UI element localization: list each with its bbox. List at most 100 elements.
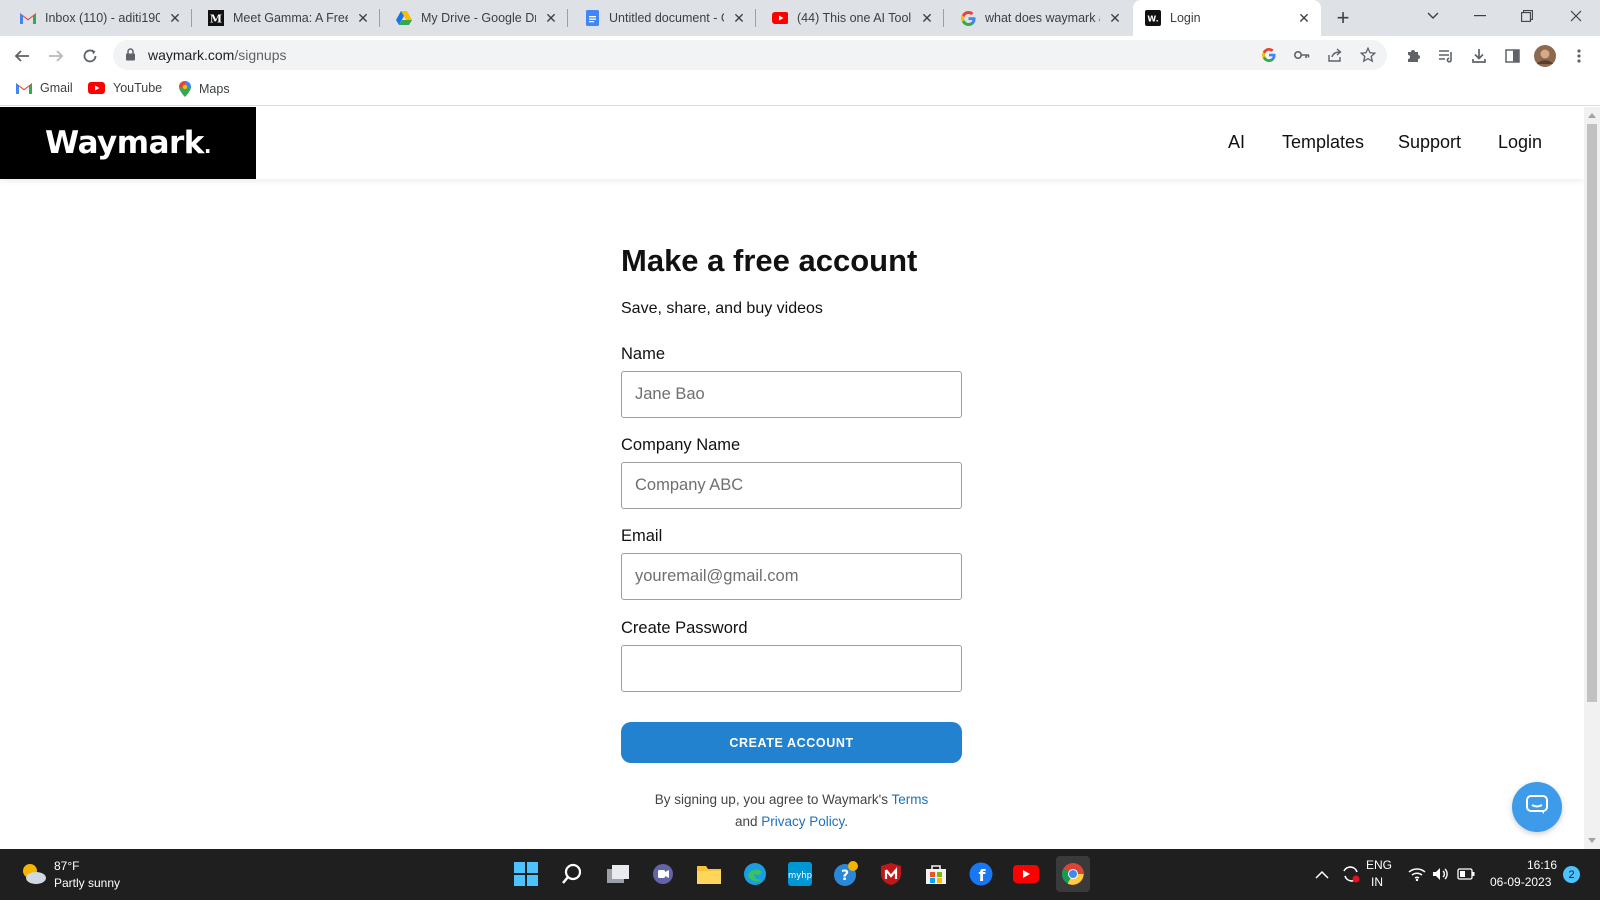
email-input[interactable] bbox=[621, 553, 962, 600]
windows-start-icon[interactable] bbox=[511, 859, 541, 889]
get-help-icon[interactable]: ? bbox=[831, 859, 861, 889]
password-label: Create Password bbox=[621, 619, 748, 637]
page-subtitle: Save, share, and buy videos bbox=[621, 300, 823, 317]
chrome-taskbar-icon[interactable] bbox=[1056, 856, 1090, 892]
clock-date[interactable]: 06-09-2023 bbox=[1490, 875, 1551, 889]
extensions-icon[interactable] bbox=[1399, 42, 1427, 70]
close-window-icon[interactable] bbox=[1553, 0, 1599, 32]
minimize-icon[interactable] bbox=[1457, 0, 1503, 32]
nav-ai[interactable]: AI bbox=[1228, 132, 1245, 153]
bookmark-maps[interactable]: Maps bbox=[179, 81, 230, 97]
page-title: Make a free account bbox=[621, 243, 918, 278]
mcafee-icon[interactable] bbox=[876, 859, 906, 889]
scrollbar-thumb[interactable] bbox=[1587, 124, 1597, 702]
svg-text:W.: W. bbox=[1147, 15, 1158, 24]
file-explorer-icon[interactable] bbox=[694, 859, 724, 889]
address-bar[interactable]: waymark.com/signups bbox=[113, 40, 1387, 70]
nav-support[interactable]: Support bbox=[1398, 132, 1461, 153]
windows-taskbar: 87°F Partly sunny myhp ? f ENG IN 16:16 … bbox=[0, 849, 1600, 900]
profile-avatar[interactable] bbox=[1531, 42, 1559, 70]
medium-icon: M bbox=[208, 10, 224, 26]
close-icon[interactable]: ✕ bbox=[730, 9, 748, 27]
tab-search-icon[interactable] bbox=[1410, 0, 1456, 32]
company-name-label: Company Name bbox=[621, 436, 741, 454]
nav-templates[interactable]: Templates bbox=[1282, 132, 1364, 153]
privacy-policy-link[interactable]: Privacy Policy bbox=[761, 814, 844, 829]
share-icon[interactable] bbox=[1325, 45, 1345, 65]
restore-icon[interactable] bbox=[1504, 0, 1550, 32]
reload-icon[interactable] bbox=[76, 42, 104, 70]
bookmark-star-icon[interactable] bbox=[1358, 45, 1378, 65]
facebook-icon[interactable]: f bbox=[966, 859, 996, 889]
terms-link[interactable]: Terms bbox=[891, 792, 928, 807]
nav-login[interactable]: Login bbox=[1498, 132, 1542, 153]
logo[interactable]: Waymark. bbox=[0, 107, 256, 179]
browser-tab-strip: Inbox (110) - aditi190 ✕ M Meet Gamma: A… bbox=[0, 0, 1600, 36]
clock-time[interactable]: 16:16 bbox=[1527, 858, 1557, 872]
tab-separator bbox=[191, 9, 192, 27]
scroll-up-icon[interactable] bbox=[1588, 113, 1596, 118]
close-icon[interactable]: ✕ bbox=[542, 9, 560, 27]
forward-icon[interactable] bbox=[42, 42, 70, 70]
tab-title: Untitled document - G bbox=[609, 11, 724, 25]
tab-title: Login bbox=[1170, 11, 1201, 25]
create-account-button[interactable]: CREATE ACCOUNT bbox=[621, 722, 962, 763]
terms-prefix: By signing up, you agree to Waymark's bbox=[654, 792, 892, 807]
input-region[interactable]: IN bbox=[1371, 875, 1383, 889]
tab-title: My Drive - Google Dr bbox=[421, 11, 536, 25]
teams-chat-icon[interactable] bbox=[648, 859, 678, 889]
bookmark-youtube[interactable]: YouTube bbox=[88, 81, 162, 95]
close-icon[interactable]: ✕ bbox=[1295, 9, 1313, 27]
sync-icon[interactable] bbox=[1336, 859, 1366, 889]
weather-temperature: 87°F bbox=[54, 859, 80, 873]
side-panel-icon[interactable] bbox=[1498, 42, 1526, 70]
youtube-app-icon[interactable] bbox=[1011, 859, 1041, 889]
back-icon[interactable] bbox=[8, 42, 36, 70]
youtube-icon bbox=[88, 82, 105, 94]
close-icon[interactable]: ✕ bbox=[166, 9, 184, 27]
microsoft-store-icon[interactable] bbox=[921, 859, 951, 889]
close-icon[interactable]: ✕ bbox=[918, 9, 936, 27]
browser-tab[interactable]: M Meet Gamma: A Free ✕ bbox=[196, 0, 380, 36]
scroll-down-icon[interactable] bbox=[1588, 838, 1596, 843]
myhp-icon[interactable]: myhp bbox=[785, 859, 815, 889]
key-icon[interactable] bbox=[1292, 45, 1312, 65]
weather-icon[interactable] bbox=[18, 859, 48, 889]
tab-title: what does waymark a bbox=[985, 11, 1100, 25]
logo-dot: . bbox=[203, 134, 212, 158]
notification-badge[interactable]: 2 bbox=[1563, 866, 1580, 883]
close-icon[interactable]: ✕ bbox=[1106, 9, 1124, 27]
battery-icon[interactable] bbox=[1451, 859, 1481, 889]
show-hidden-icons-chevron[interactable] bbox=[1307, 859, 1337, 889]
terms-text: By signing up, you agree to Waymark's Te… bbox=[621, 789, 962, 833]
waymark-icon: W. bbox=[1145, 10, 1161, 26]
edge-icon[interactable] bbox=[740, 859, 770, 889]
menu-icon[interactable] bbox=[1565, 42, 1593, 70]
new-tab-button[interactable]: + bbox=[1330, 5, 1356, 30]
browser-tab[interactable]: Inbox (110) - aditi190 ✕ bbox=[8, 0, 192, 36]
company-name-input[interactable] bbox=[621, 462, 962, 509]
browser-tab-active[interactable]: W. Login ✕ bbox=[1133, 0, 1321, 36]
page-scrollbar[interactable] bbox=[1584, 107, 1600, 849]
chat-launcher-button[interactable] bbox=[1512, 782, 1562, 832]
browser-tab[interactable]: Untitled document - G ✕ bbox=[572, 0, 756, 36]
bookmark-label: Gmail bbox=[40, 81, 73, 95]
password-input[interactable] bbox=[621, 645, 962, 692]
download-icon[interactable] bbox=[1465, 42, 1493, 70]
search-icon[interactable] bbox=[557, 859, 587, 889]
google-lens-icon[interactable] bbox=[1259, 45, 1279, 65]
browser-tab[interactable]: what does waymark a ✕ bbox=[948, 0, 1132, 36]
tab-title: Meet Gamma: A Free bbox=[233, 11, 348, 25]
language-indicator[interactable]: ENG bbox=[1366, 858, 1392, 872]
tab-title: Inbox (110) - aditi190 bbox=[45, 11, 160, 25]
weather-description: Partly sunny bbox=[54, 876, 121, 890]
browser-tab[interactable]: (44) This one AI Tool i ✕ bbox=[760, 0, 944, 36]
lock-icon[interactable] bbox=[125, 48, 136, 66]
task-view-icon[interactable] bbox=[603, 859, 633, 889]
name-input[interactable] bbox=[621, 371, 962, 418]
email-label: Email bbox=[621, 527, 663, 545]
media-control-icon[interactable] bbox=[1432, 42, 1460, 70]
browser-tab[interactable]: My Drive - Google Dr ✕ bbox=[384, 0, 568, 36]
bookmark-gmail[interactable]: Gmail bbox=[16, 81, 73, 95]
close-icon[interactable]: ✕ bbox=[354, 9, 372, 27]
